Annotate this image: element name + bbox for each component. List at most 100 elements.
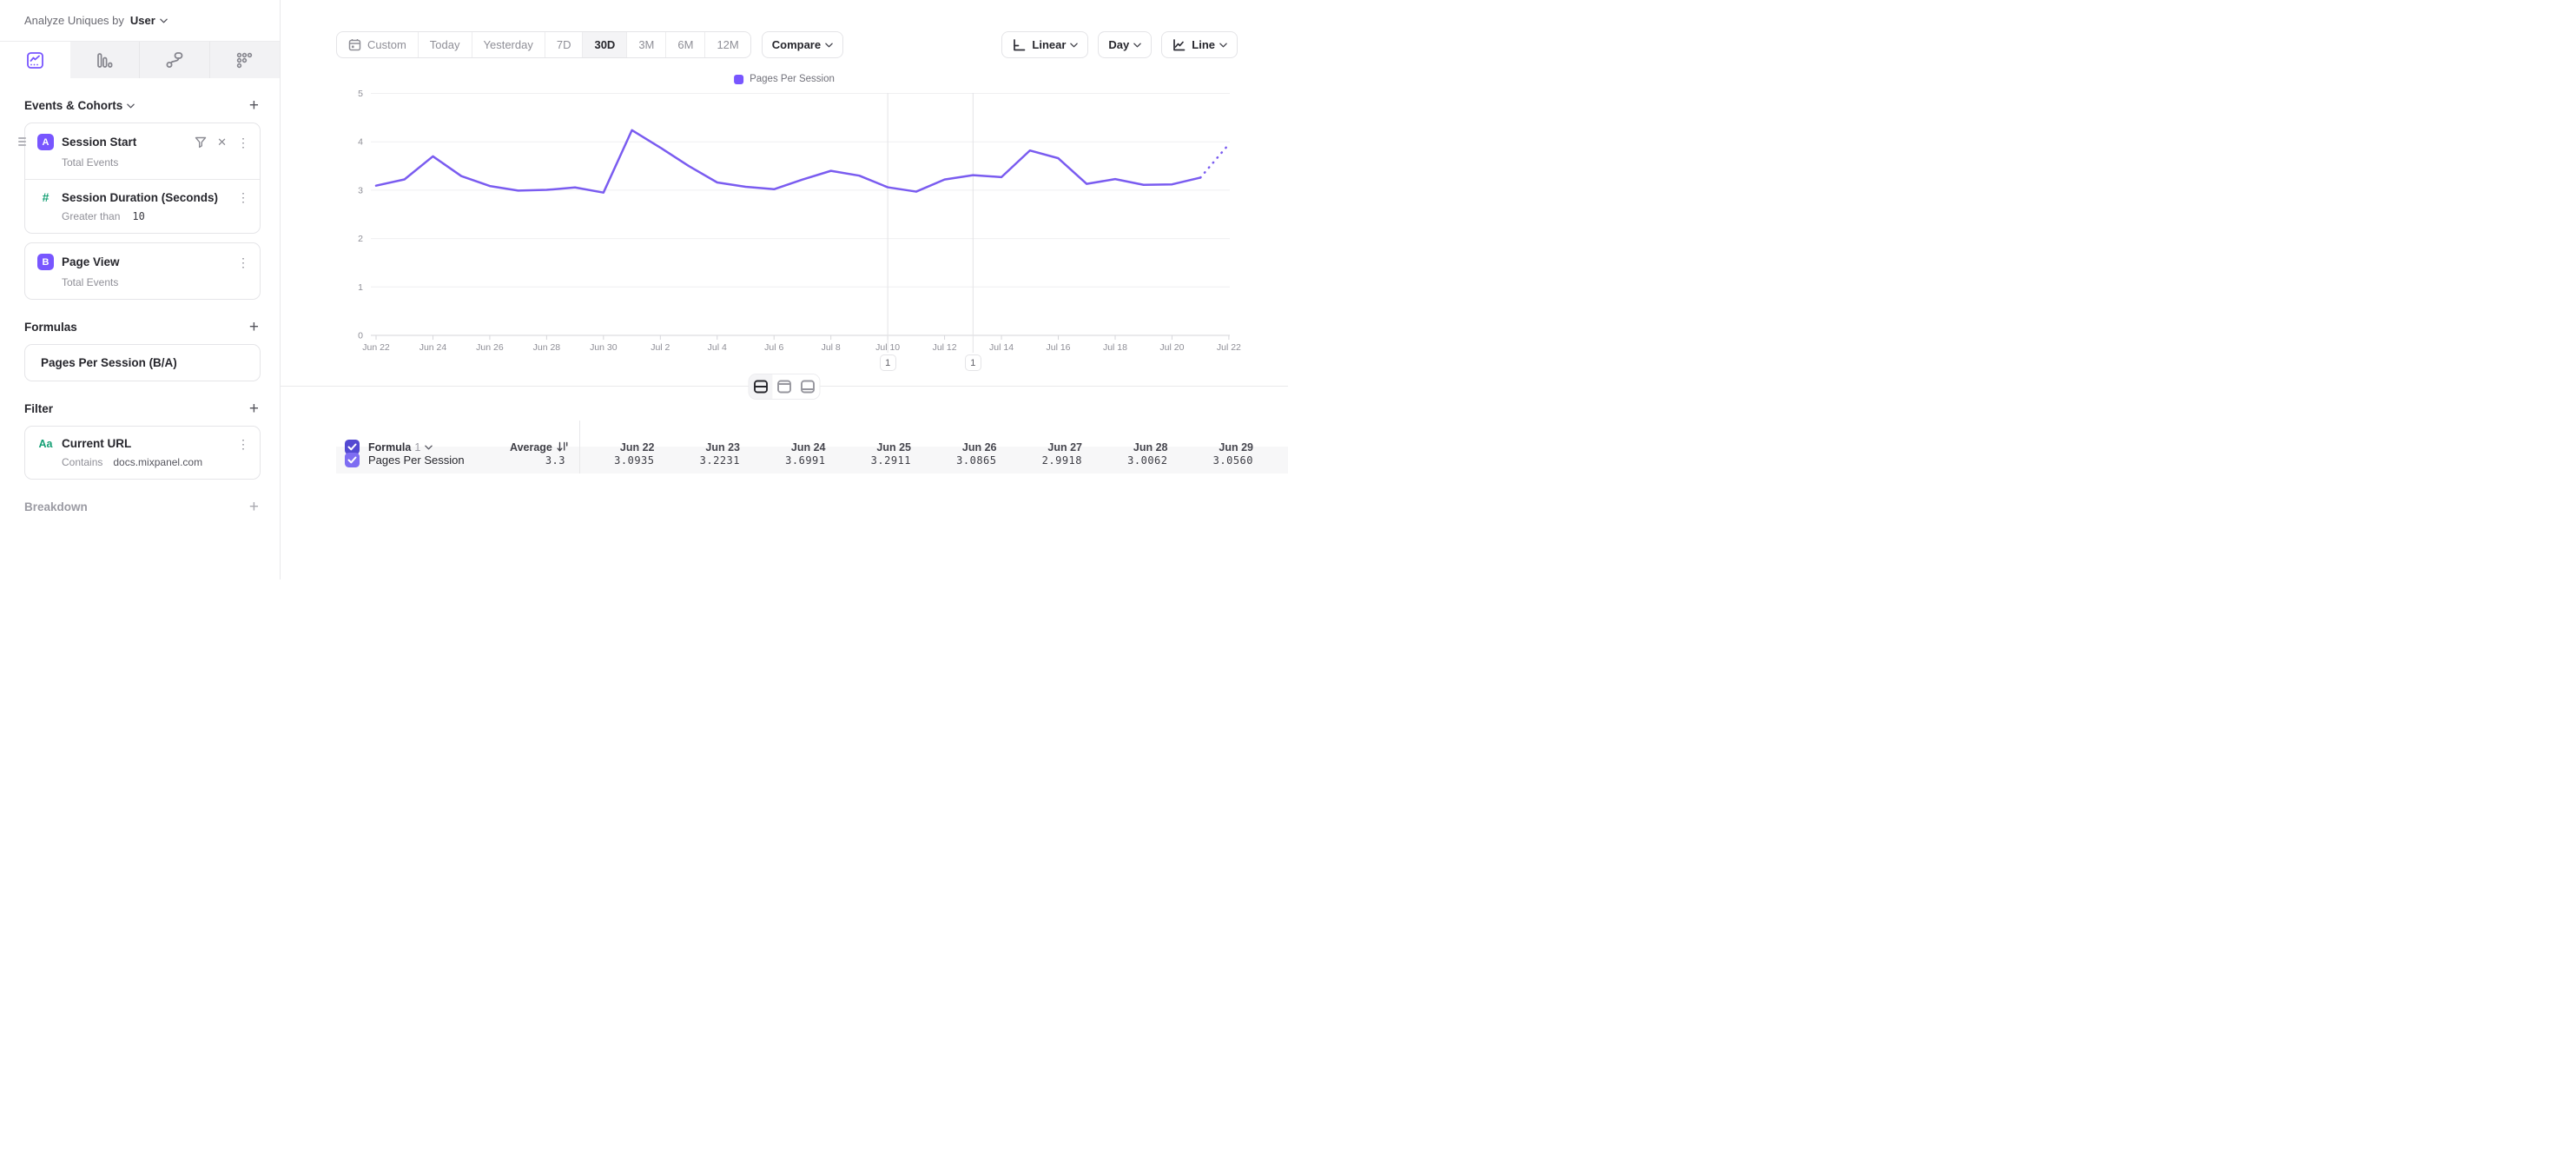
analyze-value[interactable]: User: [130, 14, 155, 27]
range-yesterday[interactable]: Yesterday: [472, 32, 545, 57]
layout-split-button[interactable]: [750, 374, 773, 399]
range-custom[interactable]: Custom: [337, 32, 418, 57]
bar-chart-icon: [96, 51, 114, 70]
date-column-header[interactable]: Jun 23: [666, 441, 752, 454]
cell-value: 3.0935: [580, 454, 666, 467]
svg-text:Jun 30: Jun 30: [590, 342, 618, 353]
add-filter-button[interactable]: +: [249, 401, 259, 417]
annotation-marker[interactable]: 1: [880, 354, 896, 371]
property-name[interactable]: Session Duration (Seconds): [62, 191, 218, 204]
filter-condition[interactable]: Containsdocs.mixpanel.com: [62, 456, 249, 468]
layout-table-button[interactable]: [796, 374, 820, 399]
formulas-header: Formulas +: [0, 319, 280, 335]
svg-text:Jun 22: Jun 22: [362, 342, 390, 353]
compare-button[interactable]: Compare: [762, 31, 843, 58]
event-session-start: A Session Start ✕ ⋮ Total Events: [25, 123, 260, 179]
analyze-label: Analyze Uniques by: [24, 14, 124, 27]
filter-property-name[interactable]: Current URL: [62, 437, 131, 450]
event-property-session-duration: # Session Duration (Seconds) ⋮ Greater t…: [25, 179, 260, 233]
kebab-menu-icon[interactable]: ⋮: [237, 191, 249, 203]
flows-icon: [165, 50, 184, 70]
scale-button[interactable]: Linear: [1001, 31, 1088, 58]
event-aggregation[interactable]: Total Events: [62, 276, 249, 288]
filter-card-current-url[interactable]: Aa Current URL ⋮ Containsdocs.mixpanel.c…: [24, 426, 261, 480]
range-7d[interactable]: 7D: [545, 32, 583, 57]
layout-chart-icon: [777, 380, 792, 394]
svg-text:Jun 28: Jun 28: [533, 342, 561, 353]
event-name[interactable]: Session Start: [62, 136, 136, 149]
check-icon: [347, 456, 357, 464]
tab-flows[interactable]: [140, 42, 210, 78]
remove-event-icon[interactable]: ✕: [217, 136, 227, 148]
formulas-title: Formulas: [24, 321, 77, 334]
kebab-menu-icon[interactable]: ⋮: [237, 256, 249, 268]
formula-name[interactable]: Pages Per Session (B/A): [41, 356, 177, 369]
filter-header: Filter +: [0, 401, 280, 417]
cell-value: 3.2231: [666, 454, 752, 467]
add-formula-button[interactable]: +: [249, 319, 259, 335]
svg-text:Jul 8: Jul 8: [822, 342, 841, 353]
range-6m[interactable]: 6M: [665, 32, 704, 57]
events-cohorts-header: Events & Cohorts +: [0, 97, 280, 114]
average-column-header[interactable]: Average: [510, 441, 568, 454]
calendar-icon: [348, 38, 361, 51]
condition-value: 10: [132, 210, 144, 222]
date-range-control: Custom Today Yesterday 7D 30D 3M 6M 12M: [336, 31, 751, 58]
date-column-header[interactable]: Jun 25: [837, 441, 923, 454]
cell-value: 3.2911: [837, 454, 923, 467]
line-chart-svg: 012345Jun 22Jun 24Jun 26Jun 28Jun 30Jul …: [350, 87, 1246, 377]
sort-descending-icon: [557, 441, 568, 453]
table-header-row: Formula1 Average Jun 22 Jun 23 Jun 24 Ju…: [336, 421, 1288, 447]
range-today[interactable]: Today: [418, 32, 472, 57]
add-breakdown-button[interactable]: +: [249, 499, 259, 515]
chart-type-button[interactable]: Line: [1161, 31, 1238, 58]
report-canvas: Custom Today Yesterday 7D 30D 3M 6M 12M …: [281, 0, 1288, 580]
svg-text:Jul 22: Jul 22: [1217, 342, 1241, 353]
add-event-button[interactable]: +: [249, 97, 259, 114]
event-card-page-view[interactable]: B Page View ⋮ Total Events: [24, 242, 261, 300]
range-12m[interactable]: 12M: [704, 32, 750, 57]
event-aggregation[interactable]: Total Events: [62, 156, 249, 169]
event-card-session-start[interactable]: A Session Start ✕ ⋮ Total Events # Sessi…: [24, 123, 261, 234]
number-property-icon: #: [37, 190, 54, 204]
kebab-menu-icon[interactable]: ⋮: [237, 136, 249, 149]
row-checkbox[interactable]: [345, 453, 360, 467]
analyze-header[interactable]: Analyze Uniques by User: [0, 0, 280, 42]
chevron-down-icon: [127, 103, 135, 109]
range-30d[interactable]: 30D: [582, 32, 626, 57]
tab-insights[interactable]: [0, 42, 70, 78]
date-column-header[interactable]: Jun 28: [1093, 441, 1179, 454]
annotation-marker[interactable]: 1: [965, 354, 981, 371]
filter-icon[interactable]: [195, 136, 207, 149]
tab-retention[interactable]: [210, 42, 281, 78]
layout-table-icon: [801, 380, 816, 394]
formula-card[interactable]: Pages Per Session (B/A): [24, 344, 261, 381]
date-column-header[interactable]: Jun 24: [751, 441, 837, 454]
svg-text:Jul 2: Jul 2: [651, 342, 670, 353]
events-cohorts-title[interactable]: Events & Cohorts: [24, 99, 135, 112]
breakdown-header: Breakdown +: [0, 499, 280, 515]
chart-legend[interactable]: Pages Per Session: [734, 74, 835, 84]
event-name[interactable]: Page View: [62, 255, 120, 268]
date-column-header[interactable]: Jun 29: [1179, 441, 1265, 454]
insights-report: Analyze Uniques by User Events & Cohorts…: [0, 0, 1288, 580]
formula-column-header[interactable]: Formula1: [368, 441, 420, 454]
range-3m[interactable]: 3M: [626, 32, 665, 57]
linear-scale-icon: [1012, 38, 1026, 52]
tab-funnels[interactable]: [70, 42, 141, 78]
line-chart[interactable]: 012345Jun 22Jun 24Jun 26Jun 28Jun 30Jul …: [350, 87, 1246, 377]
svg-text:Jul 12: Jul 12: [933, 342, 957, 353]
date-column-header[interactable]: Jun 27: [1008, 441, 1094, 454]
layout-split-icon: [754, 380, 769, 394]
filter-title: Filter: [24, 402, 53, 415]
interval-button[interactable]: Day: [1098, 31, 1152, 58]
date-column-header[interactable]: Jun 22: [580, 441, 666, 454]
event-badge: B: [37, 254, 54, 270]
svg-text:Jul 20: Jul 20: [1159, 342, 1184, 353]
kebab-menu-icon[interactable]: ⋮: [237, 438, 249, 450]
svg-text:Jul 14: Jul 14: [989, 342, 1014, 353]
property-condition[interactable]: Greater than10: [62, 210, 249, 222]
date-column-header[interactable]: Jun 26: [922, 441, 1008, 454]
layout-chart-button[interactable]: [773, 374, 796, 399]
drag-handle-icon[interactable]: [18, 137, 26, 146]
